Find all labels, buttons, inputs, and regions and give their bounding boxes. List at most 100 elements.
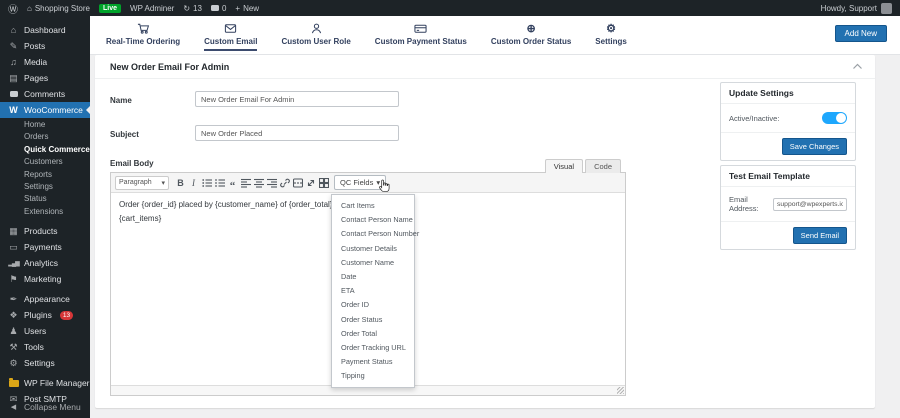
submenu-item-settings[interactable]: Settings bbox=[0, 181, 90, 193]
editor-mode-tabs: Visual Code bbox=[545, 159, 621, 173]
numbered-list-button[interactable] bbox=[213, 175, 226, 190]
tab-custom-user-role[interactable]: Custom User Role bbox=[281, 22, 350, 49]
sidebar-item-label: Dashboard bbox=[24, 25, 66, 35]
align-left-button[interactable] bbox=[239, 175, 252, 190]
italic-button[interactable]: I bbox=[187, 175, 200, 190]
sidebar-item-posts[interactable]: ✎ Posts bbox=[0, 38, 90, 54]
collapse-menu-button[interactable]: ◀ Collapse Menu bbox=[0, 399, 90, 415]
qc-field-option[interactable]: Order ID bbox=[332, 298, 414, 312]
users-icon: ♟ bbox=[8, 326, 19, 337]
submenu-item-quick-commerce[interactable]: Quick Commerce bbox=[0, 144, 90, 156]
paragraph-select[interactable]: Paragraph ▾ bbox=[115, 176, 169, 190]
comment-icon bbox=[211, 5, 219, 11]
sidebar-item-pages[interactable]: ▤ Pages bbox=[0, 70, 90, 86]
site-name: Shopping Store bbox=[35, 4, 90, 13]
submenu-item-extensions[interactable]: Extensions bbox=[0, 206, 90, 218]
sidebar-item-media[interactable]: ♫ Media bbox=[0, 54, 90, 70]
qc-fields-dropdown-menu: Cart Items Contact Person Name Contact P… bbox=[331, 194, 415, 388]
site-menu[interactable]: ⌂ Shopping Store bbox=[27, 4, 90, 13]
sidebar-item-label: Pages bbox=[24, 73, 48, 83]
cart-icon bbox=[137, 22, 150, 35]
read-more-tag-button[interactable] bbox=[291, 175, 304, 190]
tab-real-time-ordering[interactable]: Real-Time Ordering bbox=[106, 22, 180, 49]
sidebar-item-appearance[interactable]: ✒ Appearance bbox=[0, 291, 90, 307]
tab-custom-payment-status[interactable]: Custom Payment Status bbox=[375, 22, 467, 49]
qc-field-option[interactable]: Customer Name bbox=[332, 256, 414, 270]
qc-field-option[interactable]: Payment Status bbox=[332, 355, 414, 369]
submenu-item-status[interactable]: Status bbox=[0, 193, 90, 205]
submenu-item-customers[interactable]: Customers bbox=[0, 156, 90, 168]
sidebar-item-label: Posts bbox=[24, 41, 45, 51]
align-center-button[interactable] bbox=[252, 175, 265, 190]
visual-tab[interactable]: Visual bbox=[545, 159, 583, 173]
qc-field-option[interactable]: Order Total bbox=[332, 327, 414, 341]
sidebar-item-label: Users bbox=[24, 326, 46, 336]
qc-field-option[interactable]: Date bbox=[332, 270, 414, 284]
avatar bbox=[881, 3, 892, 14]
tab-custom-email[interactable]: Custom Email bbox=[204, 22, 257, 51]
qc-field-option[interactable]: Customer Details bbox=[332, 242, 414, 256]
qc-field-option[interactable]: Order Tracking URL bbox=[332, 341, 414, 355]
add-new-button[interactable]: Add New bbox=[835, 25, 887, 42]
qc-field-option[interactable]: Contact Person Name bbox=[332, 213, 414, 227]
sidebar-item-wp-file-manager[interactable]: WP File Manager bbox=[0, 375, 90, 391]
updates-indicator[interactable]: ↻ 13 bbox=[183, 4, 202, 13]
new-menu[interactable]: + New bbox=[235, 4, 259, 13]
name-input[interactable] bbox=[195, 91, 399, 107]
sidebar-item-products[interactable]: ▦ Products bbox=[0, 223, 90, 239]
collapse-icon: ◀ bbox=[8, 403, 19, 411]
payments-icon: ▭ bbox=[8, 242, 19, 253]
sidebar-item-dashboard[interactable]: ⌂ Dashboard bbox=[0, 22, 90, 38]
sidebar-item-analytics[interactable]: ▂▄▆ Analytics bbox=[0, 255, 90, 271]
qc-fields-dropdown-button[interactable]: QC Fields ▾ bbox=[334, 175, 386, 190]
comments-indicator[interactable]: 0 bbox=[211, 4, 226, 13]
qc-field-option[interactable]: ETA bbox=[332, 284, 414, 298]
account-menu[interactable]: Howdy, Support bbox=[821, 3, 892, 14]
credit-card-icon bbox=[414, 22, 427, 35]
qc-field-option[interactable]: Order Status bbox=[332, 313, 414, 327]
blockquote-button[interactable]: “ bbox=[226, 175, 239, 190]
toolbar-toggle-button[interactable] bbox=[317, 175, 330, 190]
chevron-up-icon[interactable] bbox=[852, 63, 863, 70]
plugins-icon: ❖ bbox=[8, 310, 19, 321]
sidebar-item-marketing[interactable]: ⚑ Marketing bbox=[0, 271, 90, 287]
sidebar-item-woocommerce[interactable]: W WooCommerce bbox=[0, 102, 90, 118]
qc-field-option[interactable]: Tipping bbox=[332, 369, 414, 383]
insert-link-button[interactable] bbox=[278, 175, 291, 190]
email-template-card: New Order Email For Admin Name Subject E… bbox=[95, 55, 875, 408]
email-address-input[interactable] bbox=[773, 198, 847, 211]
send-email-button[interactable]: Send Email bbox=[793, 227, 847, 244]
tab-custom-order-status[interactable]: ⊕ Custom Order Status bbox=[491, 22, 571, 49]
tab-settings[interactable]: ⚙ Settings bbox=[595, 22, 627, 49]
tab-label: Real-Time Ordering bbox=[106, 37, 180, 46]
sidebar-item-tools[interactable]: ⚒ Tools bbox=[0, 339, 90, 355]
qc-field-option[interactable]: Cart Items bbox=[332, 199, 414, 213]
sidebar-item-label: Analytics bbox=[24, 258, 58, 268]
submenu-item-reports[interactable]: Reports bbox=[0, 169, 90, 181]
wp-adminer-menu[interactable]: WP Adminer bbox=[130, 4, 174, 13]
active-inactive-toggle[interactable] bbox=[822, 112, 847, 124]
sidebar-item-settings[interactable]: ⚙ Settings bbox=[0, 355, 90, 371]
sidebar-item-users[interactable]: ♟ Users bbox=[0, 323, 90, 339]
qc-field-option[interactable]: Contact Person Number bbox=[332, 227, 414, 241]
sidebar-item-plugins[interactable]: ❖ Plugins 13 bbox=[0, 307, 90, 323]
subject-input[interactable] bbox=[195, 125, 399, 141]
woocommerce-icon: W bbox=[8, 105, 19, 115]
submenu-item-orders[interactable]: Orders bbox=[0, 131, 90, 143]
collapse-label: Collapse Menu bbox=[24, 402, 81, 412]
gear-icon: ⚙ bbox=[606, 22, 616, 35]
fullscreen-button[interactable] bbox=[304, 175, 317, 190]
code-tab[interactable]: Code bbox=[585, 159, 621, 173]
wordpress-logo-icon[interactable]: Ⓦ bbox=[8, 1, 18, 16]
admin-sidebar: ⌂ Dashboard ✎ Posts ♫ Media ▤ Pages Comm… bbox=[0, 16, 90, 418]
sidebar-item-payments[interactable]: ▭ Payments bbox=[0, 239, 90, 255]
sidebar-item-comments[interactable]: Comments bbox=[0, 86, 90, 102]
qc-fields-label: QC Fields bbox=[340, 178, 373, 187]
submenu-item-home[interactable]: Home bbox=[0, 119, 90, 131]
bold-button[interactable]: B bbox=[174, 175, 187, 190]
resize-grip[interactable] bbox=[617, 387, 624, 394]
woocommerce-submenu: Home Orders Quick Commerce Customers Rep… bbox=[0, 118, 90, 219]
bulleted-list-button[interactable] bbox=[200, 175, 213, 190]
align-right-button[interactable] bbox=[265, 175, 278, 190]
save-changes-button[interactable]: Save Changes bbox=[782, 138, 847, 155]
